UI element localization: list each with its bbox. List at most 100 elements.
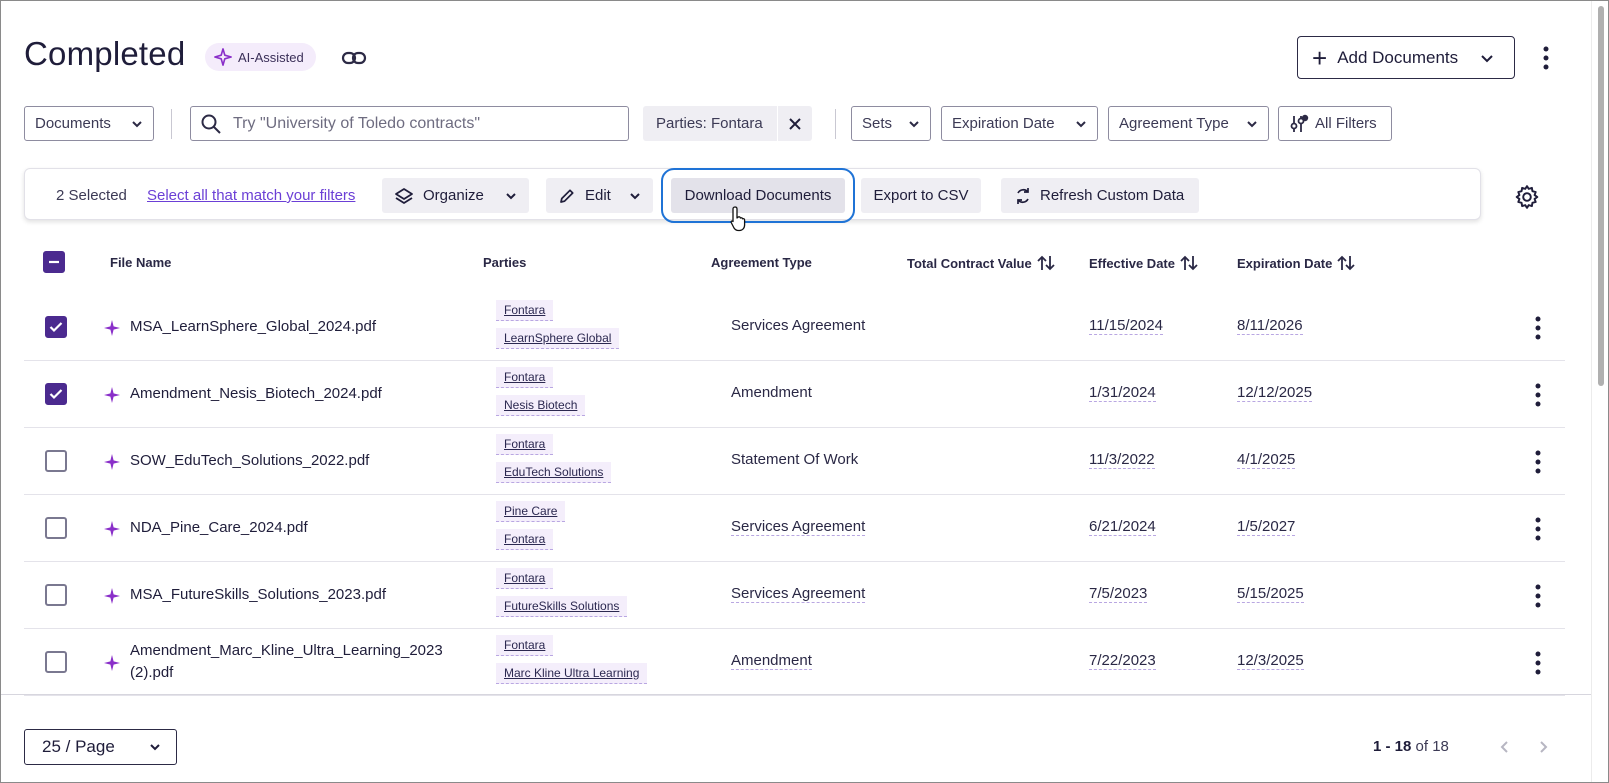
column-header-total-contract-value[interactable]: Total Contract Value	[907, 255, 1055, 271]
agreement-type-filter-label: Agreement Type	[1119, 115, 1229, 132]
expiration-date-filter[interactable]: Expiration Date	[941, 106, 1098, 141]
download-documents-button[interactable]: Download Documents	[661, 168, 855, 223]
row-checkbox[interactable]	[45, 450, 67, 472]
party-tag[interactable]: Fontara	[496, 568, 554, 589]
page-size-select[interactable]: 25 / Page	[24, 729, 177, 765]
selected-count: 2 Selected	[56, 187, 127, 204]
sets-filter-label: Sets	[862, 115, 893, 132]
organize-button[interactable]: Organize	[382, 178, 529, 213]
select-all-link[interactable]: Select all that match your filters	[147, 187, 355, 204]
table-row[interactable]: MSA_LearnSphere_Global_2024.pdf Fontara …	[24, 294, 1565, 361]
agreement-type[interactable]: Services Agreement	[731, 585, 866, 603]
row-checkbox[interactable]	[45, 316, 67, 338]
table-row[interactable]: SOW_EduTech_Solutions_2022.pdf Fontara E…	[24, 428, 1565, 495]
expiration-date[interactable]: 4/1/2025	[1237, 451, 1296, 469]
add-documents-button[interactable]: + Add Documents	[1297, 36, 1515, 79]
column-header-agreement-type[interactable]: Agreement Type	[711, 255, 812, 270]
row-checkbox[interactable]	[45, 517, 67, 539]
party-tag[interactable]: FutureSkills Solutions	[496, 596, 628, 617]
party-tag[interactable]: Fontara	[496, 300, 554, 321]
expiration-date[interactable]: 12/3/2025	[1237, 652, 1304, 670]
row-checkbox[interactable]	[45, 383, 67, 405]
row-more-icon[interactable]	[1528, 515, 1548, 543]
column-header-effective-date[interactable]: Effective Date	[1089, 255, 1198, 271]
effective-date[interactable]: 7/5/2023	[1089, 585, 1148, 603]
export-csv-button[interactable]: Export to CSV	[861, 178, 981, 213]
more-options-icon[interactable]	[1533, 43, 1559, 73]
sort-icon	[1337, 255, 1355, 271]
file-name[interactable]: SOW_EduTech_Solutions_2022.pdf	[130, 450, 480, 472]
agreement-type[interactable]: Services Agreement	[731, 518, 866, 536]
scrollbar-thumb[interactable]	[1598, 6, 1604, 386]
file-name[interactable]: Amendment_Marc_Kline_Ultra_Learning_2023…	[130, 640, 480, 684]
page-title: Completed	[24, 35, 186, 72]
layers-icon	[395, 187, 413, 204]
refresh-custom-data-label: Refresh Custom Data	[1040, 187, 1185, 204]
file-name[interactable]: Amendment_Nesis_Biotech_2024.pdf	[130, 383, 480, 405]
agreement-type: Amendment	[731, 384, 812, 401]
sets-filter[interactable]: Sets	[851, 106, 931, 141]
party-label: Fontara	[504, 370, 546, 384]
download-documents-label: Download Documents	[684, 187, 832, 204]
pencil-icon	[560, 188, 574, 203]
table-row[interactable]: MSA_FutureSkills_Solutions_2023.pdf Font…	[24, 562, 1565, 629]
expiration-date[interactable]: 5/15/2025	[1237, 585, 1304, 603]
column-header-expiration-date[interactable]: Expiration Date	[1237, 255, 1355, 271]
effective-date[interactable]: 7/22/2023	[1089, 652, 1156, 670]
agreement-type[interactable]: Amendment	[731, 652, 812, 670]
effective-date[interactable]: 1/31/2024	[1089, 384, 1156, 402]
search-input[interactable]	[233, 114, 613, 133]
row-more-icon[interactable]	[1528, 582, 1548, 610]
party-tag[interactable]: Fontara	[496, 367, 554, 388]
party-tag[interactable]: Fontara	[496, 635, 554, 656]
effective-date[interactable]: 11/15/2024	[1089, 317, 1163, 335]
row-more-icon[interactable]	[1528, 448, 1548, 476]
effective-date[interactable]: 6/21/2024	[1089, 518, 1156, 536]
party-label: Fontara	[504, 571, 546, 585]
sparkle-icon	[214, 48, 232, 66]
next-page-icon[interactable]	[1535, 739, 1551, 755]
file-name[interactable]: MSA_LearnSphere_Global_2024.pdf	[130, 316, 480, 338]
party-tag[interactable]: LearnSphere Global	[496, 328, 620, 349]
column-label: Expiration Date	[1237, 255, 1333, 271]
row-more-icon[interactable]	[1528, 314, 1548, 342]
file-name[interactable]: NDA_Pine_Care_2024.pdf	[130, 517, 480, 539]
party-tag[interactable]: EduTech Solutions	[496, 462, 612, 483]
expiration-date[interactable]: 8/11/2026	[1237, 317, 1303, 335]
table-row[interactable]: Amendment_Nesis_Biotech_2024.pdf Fontara…	[24, 361, 1565, 428]
agreement-type-filter[interactable]: Agreement Type	[1108, 106, 1269, 141]
check-icon	[49, 322, 63, 333]
expiration-date[interactable]: 1/5/2027	[1237, 518, 1296, 536]
file-name[interactable]: MSA_FutureSkills_Solutions_2023.pdf	[130, 584, 480, 606]
search-box[interactable]	[190, 106, 629, 141]
effective-date[interactable]: 11/3/2022	[1089, 451, 1155, 469]
chevron-down-icon	[1076, 120, 1086, 127]
refresh-custom-data-button[interactable]: Refresh Custom Data	[1001, 178, 1199, 213]
table-row[interactable]: NDA_Pine_Care_2024.pdf Pine Care Fontara…	[24, 495, 1565, 562]
check-icon	[49, 389, 63, 400]
row-more-icon[interactable]	[1528, 381, 1548, 409]
column-header-parties[interactable]: Parties	[483, 255, 526, 270]
party-tag[interactable]: Pine Care	[496, 501, 566, 522]
party-tag[interactable]: Fontara	[496, 434, 554, 455]
edit-button[interactable]: Edit	[546, 178, 653, 213]
all-filters-button[interactable]: All Filters	[1278, 106, 1392, 141]
expiration-date[interactable]: 12/12/2025	[1237, 384, 1313, 402]
gear-icon[interactable]	[1514, 184, 1540, 210]
party-tag[interactable]: Marc Kline Ultra Learning	[496, 663, 648, 684]
row-more-icon[interactable]	[1528, 649, 1548, 677]
party-tag[interactable]: Nesis Biotech	[496, 395, 586, 416]
column-header-file-name[interactable]: File Name	[110, 255, 171, 270]
row-checkbox[interactable]	[45, 651, 67, 673]
previous-page-icon[interactable]	[1497, 739, 1513, 755]
close-icon[interactable]	[776, 106, 812, 141]
party-tag[interactable]: Fontara	[496, 529, 554, 550]
view-select[interactable]: Documents	[24, 106, 154, 141]
select-all-checkbox[interactable]	[43, 251, 65, 273]
link-icon[interactable]	[341, 45, 367, 71]
minus-icon	[49, 260, 59, 264]
row-checkbox[interactable]	[45, 584, 67, 606]
range-total: of 18	[1411, 738, 1449, 755]
table-row[interactable]: Amendment_Marc_Kline_Ultra_Learning_2023…	[24, 629, 1565, 696]
column-label: Parties	[483, 255, 527, 270]
